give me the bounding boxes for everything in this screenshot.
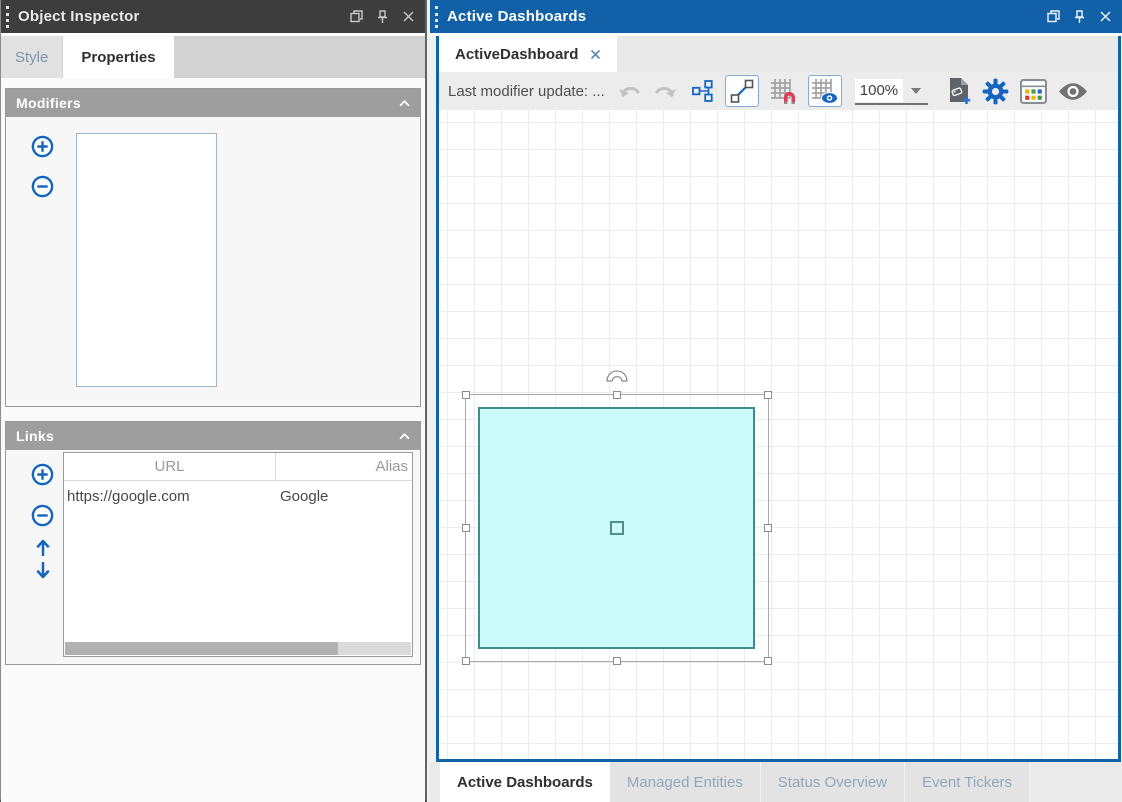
undo-button[interactable] xyxy=(618,83,642,99)
inspector-body: Modifiers Links xyxy=(1,78,425,802)
dashboard-canvas[interactable] xyxy=(439,110,1118,759)
dashboard-editor: ActiveDashboard Last modifier update: ..… xyxy=(436,36,1121,762)
selection-box xyxy=(465,394,769,662)
float-window-icon xyxy=(350,10,363,23)
remove-link-button[interactable] xyxy=(31,504,54,527)
modifiers-content xyxy=(6,117,420,406)
gear-icon xyxy=(982,78,1009,105)
close-icon xyxy=(1100,11,1111,22)
dashboard-toolbar: Last modifier update: ... xyxy=(439,72,1118,110)
modifiers-section: Modifiers xyxy=(5,88,421,407)
cell-alias[interactable]: Google xyxy=(276,488,412,505)
widget-palette-icon xyxy=(1020,79,1047,104)
selection-handle-bottom-right[interactable] xyxy=(764,657,772,665)
close-icon xyxy=(590,49,601,60)
links-table[interactable]: URL Alias https://google.com Google xyxy=(63,452,413,657)
selection-center-handle[interactable] xyxy=(610,521,624,535)
snap-to-grid-button[interactable] xyxy=(770,78,797,105)
drag-handle-icon[interactable] xyxy=(435,6,438,28)
document-tabstrip: ActiveDashboard xyxy=(439,36,1118,72)
move-link-down-button[interactable] xyxy=(36,562,50,579)
rotate-handle[interactable] xyxy=(605,368,629,388)
eye-icon xyxy=(1058,82,1088,101)
undo-icon xyxy=(618,83,642,99)
modifier-links-icon xyxy=(692,80,714,102)
connector-mode-toggle[interactable] xyxy=(725,75,759,107)
tab-managed-entities[interactable]: Managed Entities xyxy=(610,762,761,802)
add-link-button[interactable] xyxy=(31,463,54,486)
modifiers-section-title: Modifiers xyxy=(16,95,81,111)
drag-handle-icon[interactable] xyxy=(6,6,9,28)
selection-handle-top-left[interactable] xyxy=(462,391,470,399)
close-tab-button[interactable] xyxy=(590,49,601,60)
links-content: URL Alias https://google.com Google xyxy=(6,450,420,664)
preview-button[interactable] xyxy=(1058,82,1088,101)
selection-handle-top-middle[interactable] xyxy=(613,391,621,399)
pin-button[interactable] xyxy=(373,8,391,26)
tab-event-tickers[interactable]: Event Tickers xyxy=(905,762,1030,802)
chevron-down-icon xyxy=(911,88,921,94)
close-panel-button[interactable] xyxy=(399,8,417,26)
close-panel-button[interactable] xyxy=(1096,8,1114,26)
connector-icon xyxy=(729,78,755,104)
active-dashboards-titlebar[interactable]: Active Dashboards xyxy=(430,0,1122,33)
float-window-button[interactable] xyxy=(1044,8,1062,26)
selection-handle-bottom-middle[interactable] xyxy=(613,657,621,665)
zoom-select[interactable]: 100% xyxy=(855,78,928,105)
inspector-tabstrip: Style Properties xyxy=(1,36,425,78)
tab-properties[interactable]: Properties xyxy=(63,36,173,78)
zoom-value: 100% xyxy=(855,79,903,102)
object-inspector-panel: Object Inspector Style Propertie xyxy=(0,0,427,802)
add-report-button[interactable] xyxy=(947,77,971,105)
show-grid-toggle[interactable] xyxy=(808,75,842,107)
selection-handle-middle-right[interactable] xyxy=(764,524,772,532)
links-table-header: URL Alias xyxy=(64,453,412,481)
selection-handle-middle-left[interactable] xyxy=(462,524,470,532)
last-modifier-update-status: Last modifier update: ... xyxy=(448,83,605,100)
chevron-up-icon[interactable] xyxy=(399,433,410,440)
tab-style[interactable]: Style xyxy=(1,36,62,78)
links-section-title: Links xyxy=(16,428,54,444)
tab-activedashboard[interactable]: ActiveDashboard xyxy=(439,36,617,72)
horizontal-scrollbar[interactable] xyxy=(65,642,411,655)
add-modifier-button[interactable] xyxy=(31,135,54,158)
show-grid-icon xyxy=(811,78,838,105)
add-report-icon xyxy=(947,77,971,105)
panel-title: Object Inspector xyxy=(18,8,347,25)
float-window-button[interactable] xyxy=(347,8,365,26)
selection-handle-top-right[interactable] xyxy=(764,391,772,399)
cell-url[interactable]: https://google.com xyxy=(64,488,276,505)
active-dashboards-panel: Active Dashboards A xyxy=(430,0,1122,802)
table-row[interactable]: https://google.com Google xyxy=(64,481,412,511)
object-inspector-titlebar[interactable]: Object Inspector xyxy=(1,0,425,33)
column-header-alias[interactable]: Alias xyxy=(276,453,412,480)
redo-icon xyxy=(653,83,677,99)
chevron-up-icon[interactable] xyxy=(399,100,410,107)
workspace-tabstrip: Active Dashboards Managed Entities Statu… xyxy=(430,762,1122,802)
float-window-icon xyxy=(1047,10,1060,23)
rotate-handle-icon xyxy=(605,368,629,383)
column-header-url[interactable]: URL xyxy=(64,453,276,480)
scrollbar-thumb[interactable] xyxy=(65,642,338,655)
modifier-links-button[interactable] xyxy=(692,80,714,102)
widget-palette-button[interactable] xyxy=(1020,79,1047,104)
settings-button[interactable] xyxy=(982,78,1009,105)
tab-label: ActiveDashboard xyxy=(455,46,578,63)
selection-handle-bottom-left[interactable] xyxy=(462,657,470,665)
pin-icon xyxy=(376,10,389,24)
remove-modifier-button[interactable] xyxy=(31,175,54,198)
move-link-up-button[interactable] xyxy=(36,539,50,556)
close-icon xyxy=(403,11,414,22)
redo-button[interactable] xyxy=(653,83,677,99)
tab-status-overview[interactable]: Status Overview xyxy=(761,762,905,802)
pin-button[interactable] xyxy=(1070,8,1088,26)
panel-title: Active Dashboards xyxy=(447,8,1044,25)
modifiers-section-header[interactable]: Modifiers xyxy=(6,89,420,117)
tab-active-dashboards[interactable]: Active Dashboards xyxy=(440,762,610,802)
snap-to-grid-icon xyxy=(770,78,797,105)
modifiers-list[interactable] xyxy=(76,133,217,387)
links-section-header[interactable]: Links xyxy=(6,422,420,450)
pin-icon xyxy=(1073,10,1086,24)
links-section: Links xyxy=(5,421,421,665)
